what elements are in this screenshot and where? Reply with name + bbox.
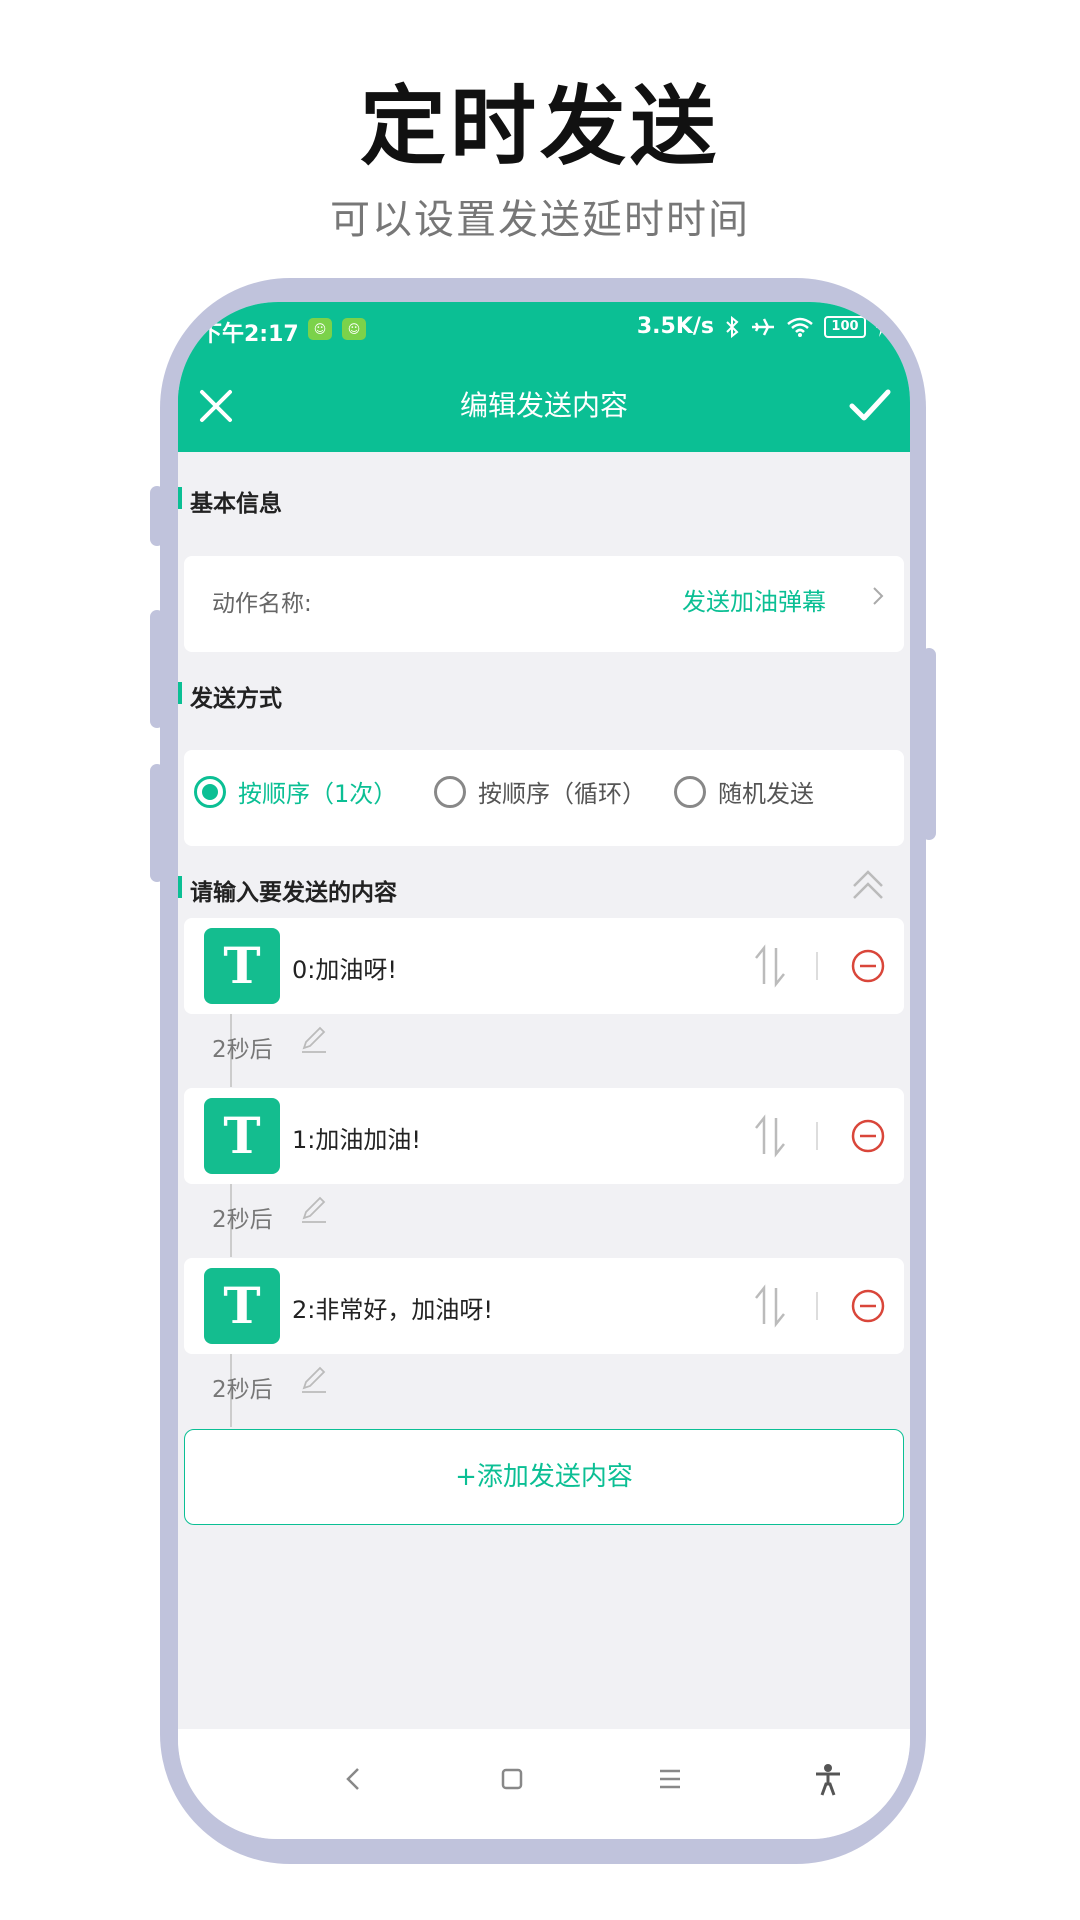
collapse-icon[interactable] xyxy=(850,864,886,904)
content-item[interactable]: T 2:非常好，加油呀! xyxy=(184,1258,904,1354)
radio-button-selected[interactable] xyxy=(194,775,226,808)
promo-subtitle: 可以设置发送延时时间 xyxy=(330,197,750,243)
content-item-text: 0:加油呀! xyxy=(292,956,397,984)
divider xyxy=(816,1292,818,1320)
action-name-value: 发送加油弹幕 xyxy=(682,588,826,616)
content-item-text: 1:加油加油! xyxy=(292,1126,421,1154)
radio-label: 按顺序（循环） xyxy=(478,780,646,808)
home-icon[interactable] xyxy=(492,1759,532,1799)
radio-option-random[interactable]: 随机发送 xyxy=(674,774,814,809)
divider xyxy=(816,952,818,980)
status-icons: 3.5K/s 100 xyxy=(637,314,886,339)
remove-icon[interactable] xyxy=(850,948,886,984)
network-speed: 3.5K/s xyxy=(636,314,714,339)
radio-button[interactable] xyxy=(434,775,466,808)
section-marker xyxy=(178,487,182,509)
section-title-basic-info: 基本信息 xyxy=(190,491,282,517)
content-item[interactable]: T 1:加油加油! xyxy=(184,1088,904,1184)
radio-label: 随机发送 xyxy=(718,780,814,808)
accessibility-icon[interactable] xyxy=(808,1759,848,1799)
radio-option-sequential-once[interactable]: 按顺序（1次） xyxy=(194,774,397,809)
battery-icon: 100 xyxy=(824,315,866,338)
radio-button[interactable] xyxy=(674,775,706,808)
text-type-icon: T xyxy=(204,1098,280,1174)
divider xyxy=(816,1122,818,1150)
edit-icon[interactable] xyxy=(298,1026,328,1056)
add-content-button[interactable]: +添加发送内容 xyxy=(184,1429,904,1525)
phone-side-button xyxy=(150,610,164,728)
system-nav-bar xyxy=(178,1729,910,1839)
status-time: 下午2:17 xyxy=(200,322,299,347)
sort-icon[interactable] xyxy=(752,1284,788,1328)
airplane-icon xyxy=(752,317,774,336)
bluetooth-icon xyxy=(726,315,739,338)
menu-icon[interactable] xyxy=(650,1759,690,1799)
edit-icon[interactable] xyxy=(298,1366,328,1396)
phone-power-button xyxy=(922,648,936,840)
delay-text: 2秒后 xyxy=(212,1037,273,1063)
radio-label: 按顺序（1次） xyxy=(238,780,398,808)
chevron-right-icon xyxy=(873,587,884,605)
remove-icon[interactable] xyxy=(850,1118,886,1154)
page-title: 编辑发送内容 xyxy=(459,389,628,422)
charging-icon xyxy=(876,316,886,337)
delay-text: 2秒后 xyxy=(212,1377,273,1403)
sort-icon[interactable] xyxy=(752,944,788,988)
edit-icon[interactable] xyxy=(298,1196,328,1226)
back-icon[interactable] xyxy=(334,1759,374,1799)
section-marker xyxy=(178,876,182,898)
sort-icon[interactable] xyxy=(752,1114,788,1158)
section-title-send-mode: 发送方式 xyxy=(190,686,282,712)
radio-option-sequential-loop[interactable]: 按顺序（循环） xyxy=(434,774,646,809)
delay-text: 2秒后 xyxy=(212,1207,273,1233)
send-mode-card: 按顺序（1次） 按顺序（循环） 随机发送 xyxy=(184,750,904,846)
app-header: 下午2:17 ☺ ☺ 3.5K/s 100 编辑发送内容 xyxy=(178,302,910,452)
promo-title: 定时发送 xyxy=(360,77,720,177)
app-icon: ☺ xyxy=(342,318,366,340)
section-marker xyxy=(178,390,182,412)
section-title-content: 请输入要发送的内容 xyxy=(190,880,397,906)
wifi-icon xyxy=(787,317,813,337)
phone-screen: 下午2:17 ☺ ☺ 3.5K/s 100 编辑发送内容 基本信息 动作名称: … xyxy=(178,302,910,1839)
text-type-icon: T xyxy=(204,1268,280,1344)
content-item[interactable]: T 0:加油呀! xyxy=(184,918,904,1014)
text-type-icon: T xyxy=(204,928,280,1004)
action-name-row[interactable]: 动作名称: 发送加油弹幕 xyxy=(184,556,904,652)
phone-side-button xyxy=(150,486,164,546)
section-marker xyxy=(178,682,182,704)
app-icon: ☺ xyxy=(308,318,332,340)
remove-icon[interactable] xyxy=(850,1288,886,1324)
phone-side-button xyxy=(150,764,164,882)
check-icon[interactable] xyxy=(846,382,894,430)
action-name-label: 动作名称: xyxy=(212,591,312,617)
content-item-text: 2:非常好，加油呀! xyxy=(292,1296,493,1324)
